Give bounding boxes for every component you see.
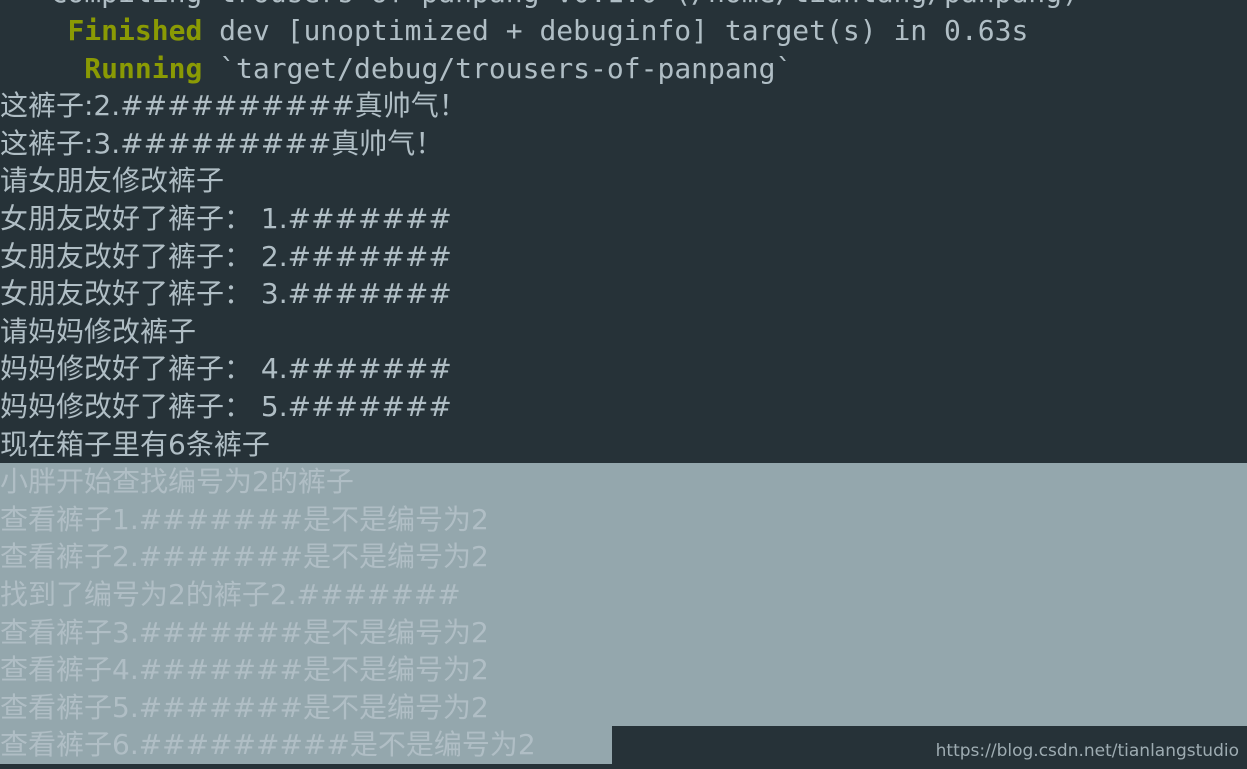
terminal-line-text: 现在箱子里有6条裤子	[0, 426, 270, 464]
terminal-text-segment: 查看裤子1.#######是不是编号为2	[0, 502, 489, 536]
terminal-line-text: 女朋友改好了裤子： 1.#######	[0, 200, 452, 238]
terminal-line: Compiling trousers-of-panpang v0.1.0 (/h…	[0, 0, 1247, 12]
terminal-text-segment: 请妈妈修改裤子	[0, 314, 197, 348]
terminal-text-segment: 女朋友改好了裤子： 3.#######	[0, 277, 452, 311]
terminal-line-text: Finished dev [unoptimized + debuginfo] t…	[0, 12, 1028, 50]
terminal-line-text: 查看裤子5.#######是不是编号为2	[0, 689, 489, 727]
terminal-line-text: Compiling trousers-of-panpang v0.1.0 (/h…	[0, 0, 1079, 12]
terminal-text-segment: 这裤子:3.#########真帅气！	[0, 126, 444, 160]
terminal-text-segment: 妈妈修改好了裤子： 4.#######	[0, 352, 452, 386]
terminal-line: 查看裤子4.#######是不是编号为2	[0, 651, 1247, 689]
terminal-line: 请妈妈修改裤子	[0, 313, 1247, 351]
terminal-line: Finished dev [unoptimized + debuginfo] t…	[0, 12, 1247, 50]
terminal-line-text: 妈妈修改好了裤子： 5.#######	[0, 388, 452, 426]
terminal-line: 查看裤子2.#######是不是编号为2	[0, 538, 1247, 576]
terminal-text-segment: 查看裤子5.#######是不是编号为2	[0, 690, 489, 724]
terminal-line-text: 查看裤子6.#########是不是编号为2	[0, 726, 536, 764]
terminal-line: 这裤子:2.##########真帅气！	[0, 87, 1247, 125]
terminal-text-segment: 请女朋友修改裤子	[0, 164, 225, 198]
terminal-line-text: 这裤子:3.#########真帅气！	[0, 125, 443, 163]
terminal-line-text: 请妈妈修改裤子	[0, 313, 196, 351]
terminal-text-segment: 查看裤子2.#######是不是编号为2	[0, 540, 489, 574]
terminal-text-segment: 查看裤子4.#######是不是编号为2	[0, 653, 489, 687]
terminal-line-text: 找到了编号为2的裤子2.#######	[0, 576, 461, 614]
terminal-text-segment: 女朋友改好了裤子： 1.#######	[0, 201, 452, 235]
terminal-line: 女朋友改好了裤子： 1.#######	[0, 200, 1247, 238]
terminal-line-text: 妈妈修改好了裤子： 4.#######	[0, 350, 452, 388]
terminal-line-text: 查看裤子1.#######是不是编号为2	[0, 501, 489, 539]
terminal-line: 查看裤子1.#######是不是编号为2	[0, 500, 1247, 539]
terminal-line-text: 查看裤子2.#######是不是编号为2	[0, 538, 489, 576]
terminal-line: 女朋友改好了裤子： 2.#######	[0, 238, 1247, 276]
terminal-line: 现在箱子里有6条裤子	[0, 426, 1247, 464]
terminal-line: 查看裤子5.#######是不是编号为2	[0, 688, 1247, 727]
terminal-text-segment: `target/debug/trousers-of-panpang`	[202, 51, 793, 85]
terminal-line-text: 这裤子:2.##########真帅气！	[0, 87, 467, 125]
terminal-text-segment: 这裤子:2.##########真帅气！	[0, 89, 467, 123]
terminal-line-text: 请女朋友修改裤子	[0, 162, 224, 200]
terminal-line: 小胖开始查找编号为2的裤子	[0, 463, 1247, 501]
terminal-line-text: 小胖开始查找编号为2的裤子	[0, 463, 354, 501]
terminal-text-segment: 查看裤子3.#######是不是编号为2	[0, 615, 489, 649]
terminal-window[interactable]: Compiling trousers-of-panpang v0.1.0 (/h…	[0, 0, 1247, 769]
terminal-line: 女朋友改好了裤子： 3.#######	[0, 275, 1247, 313]
terminal-line-text: 女朋友改好了裤子： 3.#######	[0, 275, 452, 313]
terminal-output[interactable]: Compiling trousers-of-panpang v0.1.0 (/h…	[0, 0, 1247, 764]
watermark-text: https://blog.csdn.net/tianlangstudio	[935, 741, 1239, 761]
terminal-text-segment: dev [unoptimized + debuginfo] target(s) …	[202, 14, 1029, 47]
terminal-text-segment: 找到了编号为2的裤子2.#######	[0, 577, 461, 611]
terminal-line-text: Running `target/debug/trousers-of-panpan…	[0, 50, 792, 88]
terminal-text-segment: 女朋友改好了裤子： 2.#######	[0, 239, 452, 273]
terminal-line-text: 查看裤子4.#######是不是编号为2	[0, 651, 489, 689]
terminal-text-segment: 查看裤子6.#########是不是编号为2	[0, 728, 536, 762]
cargo-status-keyword: Running	[84, 51, 203, 85]
terminal-line: 妈妈修改好了裤子： 4.#######	[0, 350, 1247, 388]
terminal-line: 这裤子:3.#########真帅气！	[0, 125, 1247, 163]
terminal-line: Running `target/debug/trousers-of-panpan…	[0, 50, 1247, 88]
terminal-text-segment: Compiling trousers-of-panpang v0.1.0 (/h…	[0, 0, 1079, 9]
terminal-text-segment: 妈妈修改好了裤子： 5.#######	[0, 389, 452, 423]
terminal-line: 找到了编号为2的裤子2.#######	[0, 575, 1247, 614]
terminal-line-text: 女朋友改好了裤子： 2.#######	[0, 238, 452, 276]
terminal-line: 妈妈修改好了裤子： 5.#######	[0, 388, 1247, 426]
terminal-line-text: 查看裤子3.#######是不是编号为2	[0, 614, 489, 652]
terminal-line: 请女朋友修改裤子	[0, 162, 1247, 200]
cargo-status-keyword: Finished	[67, 14, 203, 47]
terminal-line: 查看裤子3.#######是不是编号为2	[0, 613, 1247, 652]
terminal-text-segment: 现在箱子里有6条裤子	[0, 427, 270, 461]
terminal-text-segment: 小胖开始查找编号为2的裤子	[0, 465, 354, 499]
